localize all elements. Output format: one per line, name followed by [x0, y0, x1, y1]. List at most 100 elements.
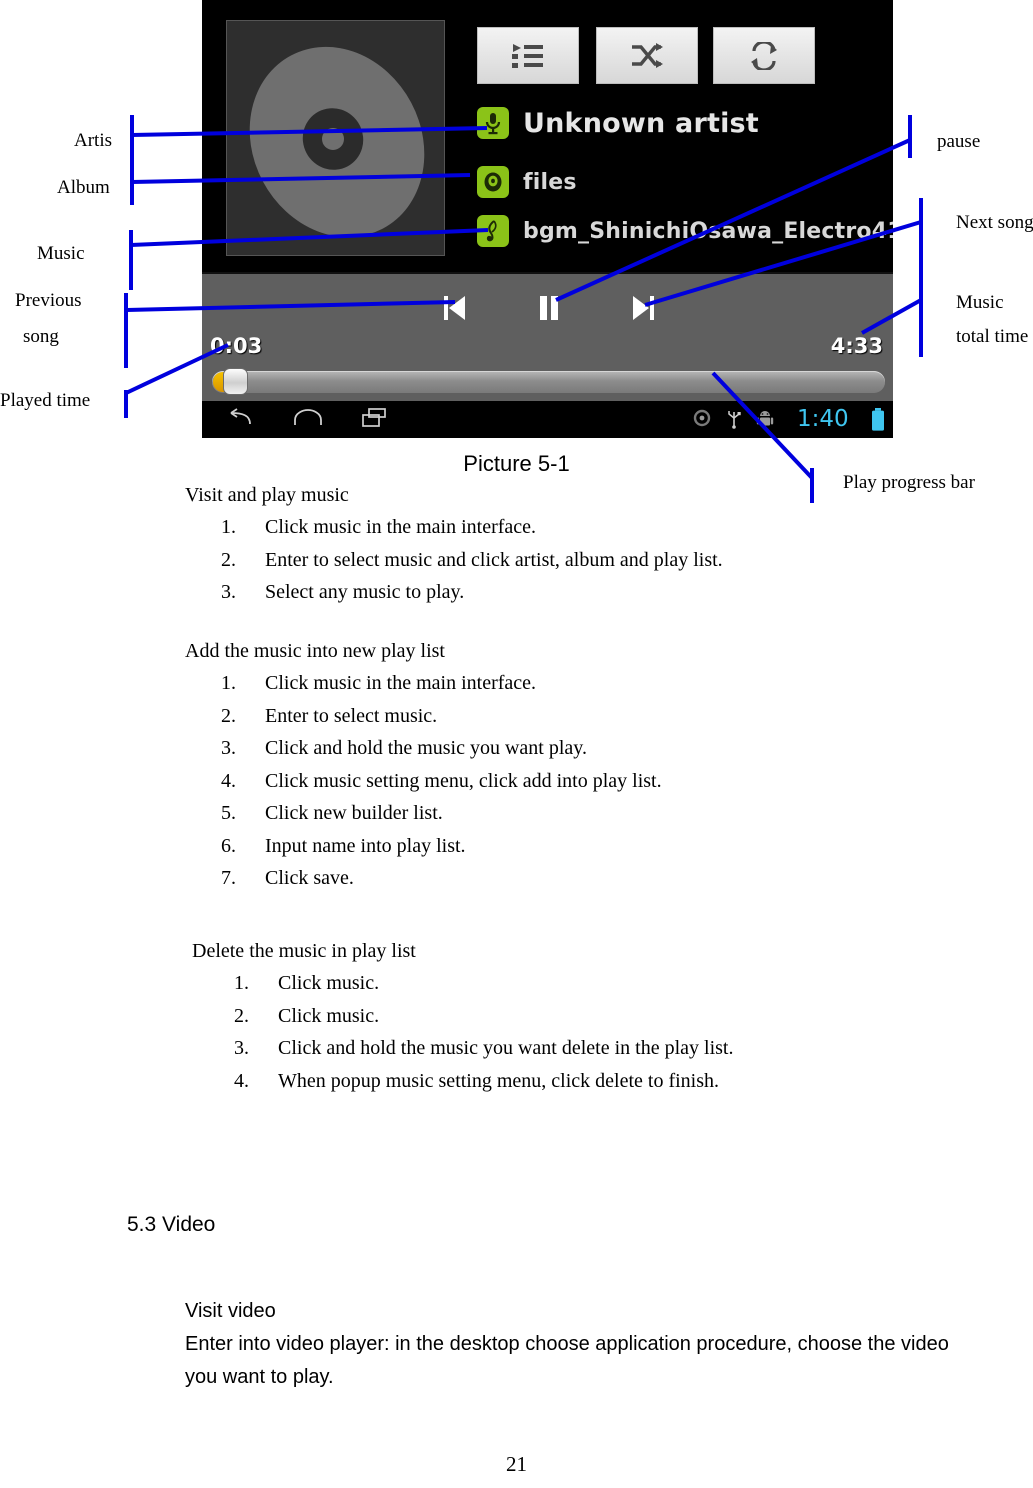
album-name: files — [523, 169, 577, 195]
now-playing-artist-row[interactable]: Unknown artist — [477, 107, 759, 139]
step-text: Enter to select music. — [265, 704, 438, 727]
shuffle-icon — [630, 42, 664, 70]
skip-next-icon — [629, 292, 657, 329]
play-progress-bar[interactable] — [212, 368, 885, 395]
playlist-icon — [511, 42, 545, 70]
annotation-artist: Artis — [74, 130, 112, 151]
step-number: 3. — [234, 1037, 249, 1059]
step-text: Click and hold the music you want play. — [265, 737, 587, 759]
list-item: 1. Click music in the main interface. — [221, 511, 1033, 544]
microphone-icon — [477, 107, 509, 139]
circle-icon — [693, 409, 711, 427]
annotation-next-song: Next song — [956, 212, 1033, 233]
section-title: Visit and play music — [185, 484, 349, 506]
list-item: 3. Click and hold the music you want play… — [221, 732, 1033, 765]
section-delete-music-in-play-list: Delete the music in play list 1. Click mu… — [192, 940, 1033, 1097]
step-text: Click music in the main interface. — [265, 672, 537, 694]
step-text: Click and hold the music you want delete… — [278, 1037, 734, 1059]
artist-name: Unknown artist — [523, 107, 759, 139]
shuffle-button[interactable] — [596, 27, 698, 84]
annotation-music-total-line2: total time — [956, 326, 1029, 347]
usb-icon — [726, 409, 742, 429]
step-number: 5. — [221, 802, 236, 824]
list-item: 5. Click new builder list. — [221, 797, 1033, 830]
music-player-top-panel: Unknown artist files bgm_ShinichiOsawa_E… — [202, 0, 893, 272]
section-visit-and-play-music: Visit and play music 1. Click music in th… — [185, 484, 1033, 609]
step-text: Click music. — [278, 1004, 380, 1027]
annotation-previous-song-line1: Previous — [15, 290, 82, 311]
step-list: 1. Click music in the main interface. 2. E… — [221, 667, 1033, 895]
step-number: 2. — [221, 704, 236, 727]
annotation-album: Album — [57, 177, 110, 198]
repeat-button[interactable] — [713, 27, 815, 84]
playlist-button[interactable] — [477, 27, 579, 84]
progress-track[interactable] — [212, 371, 885, 393]
annotation-pause: pause — [937, 131, 981, 152]
list-item: 1. Click music. — [234, 967, 1033, 1000]
step-number: 7. — [221, 867, 236, 889]
next-song-button[interactable] — [619, 286, 667, 334]
android-system-bar: 1:40 — [202, 401, 893, 438]
step-text: Enter to select music and click artist, … — [265, 548, 723, 571]
previous-song-button[interactable] — [430, 286, 478, 334]
page-number: 21 — [506, 1452, 527, 1476]
list-item: 1. Click music in the main interface. — [221, 667, 1033, 700]
section-add-music-into-new-play-list: Add the music into new play list 1. Click… — [185, 640, 1033, 895]
track-name: bgm_ShinichiOsawa_Electro411 — [523, 218, 893, 244]
now-playing-album-row[interactable]: files — [477, 166, 577, 198]
annotation-previous-song-line2: song — [23, 326, 59, 347]
list-item: 7. Click save. — [221, 862, 1033, 895]
list-item: 3. Select any music to play. — [221, 576, 1033, 609]
device-screenshot: Unknown artist files bgm_ShinichiOsawa_E… — [202, 0, 893, 438]
player-toolbar — [477, 27, 867, 84]
pause-button[interactable] — [525, 286, 573, 334]
step-text: Click music in the main interface. — [265, 516, 537, 538]
step-text: When popup music setting menu, click del… — [278, 1069, 720, 1092]
step-number: 2. — [234, 1004, 249, 1027]
step-number: 1. — [221, 516, 236, 538]
total-time-label: 4:33 — [830, 334, 883, 358]
document-page: Unknown artist files bgm_ShinichiOsawa_E… — [0, 0, 1033, 1488]
battery-full-icon — [870, 408, 886, 437]
android-robot-icon — [756, 409, 774, 429]
list-item: 2. Click music. — [234, 1000, 1033, 1033]
step-list: 1. Click music in the main interface. 2. E… — [221, 511, 1033, 609]
step-text: Input name into play list. — [265, 834, 466, 857]
album-art-placeholder — [226, 20, 445, 256]
step-number: 4. — [221, 769, 236, 792]
disc-icon — [477, 166, 509, 198]
transport-controls — [202, 286, 893, 334]
step-number: 2. — [221, 548, 236, 571]
section-heading-video: 5.3 Video — [127, 1213, 216, 1236]
annotation-music-total-line1: Music — [956, 292, 1004, 313]
home-icon — [293, 408, 323, 433]
list-item: 4. When popup music setting menu, click d… — [234, 1065, 1033, 1098]
list-item: 4. Click music setting menu, click add in… — [221, 765, 1033, 798]
back-button[interactable] — [222, 406, 258, 434]
list-item: 2. Enter to select music. — [221, 700, 1033, 733]
pause-icon — [535, 292, 563, 329]
step-number: 1. — [234, 972, 249, 994]
step-text: Click music setting menu, click add into… — [265, 769, 662, 792]
annotation-played-time: Played time — [0, 390, 91, 411]
progress-thumb[interactable] — [223, 368, 248, 395]
recent-apps-button[interactable] — [357, 406, 393, 434]
step-number: 3. — [221, 581, 236, 603]
step-list: 1. Click music. 2. Click music. 3. Click an… — [234, 967, 1033, 1097]
step-text: Click music. — [278, 972, 380, 994]
step-text: Click new builder list. — [265, 802, 443, 824]
figure-caption: Picture 5-1 — [463, 451, 570, 476]
list-item: 6. Input name into play list. — [221, 830, 1033, 863]
back-arrow-icon — [226, 407, 254, 433]
section-title: Add the music into new play list — [185, 640, 445, 662]
status-clock: 1:40 — [797, 406, 849, 432]
skip-previous-icon — [440, 292, 468, 329]
music-note-icon — [477, 215, 509, 247]
list-item: 3. Click and hold the music you want dele… — [234, 1032, 1033, 1065]
step-text: Click save. — [265, 867, 354, 889]
section-video: Visit video Enter into video player: in … — [185, 1295, 975, 1394]
home-button[interactable] — [290, 406, 326, 434]
annotation-music: Music — [37, 243, 85, 264]
recent-apps-icon — [361, 407, 389, 434]
now-playing-track-row[interactable]: bgm_ShinichiOsawa_Electro411 — [477, 215, 893, 247]
